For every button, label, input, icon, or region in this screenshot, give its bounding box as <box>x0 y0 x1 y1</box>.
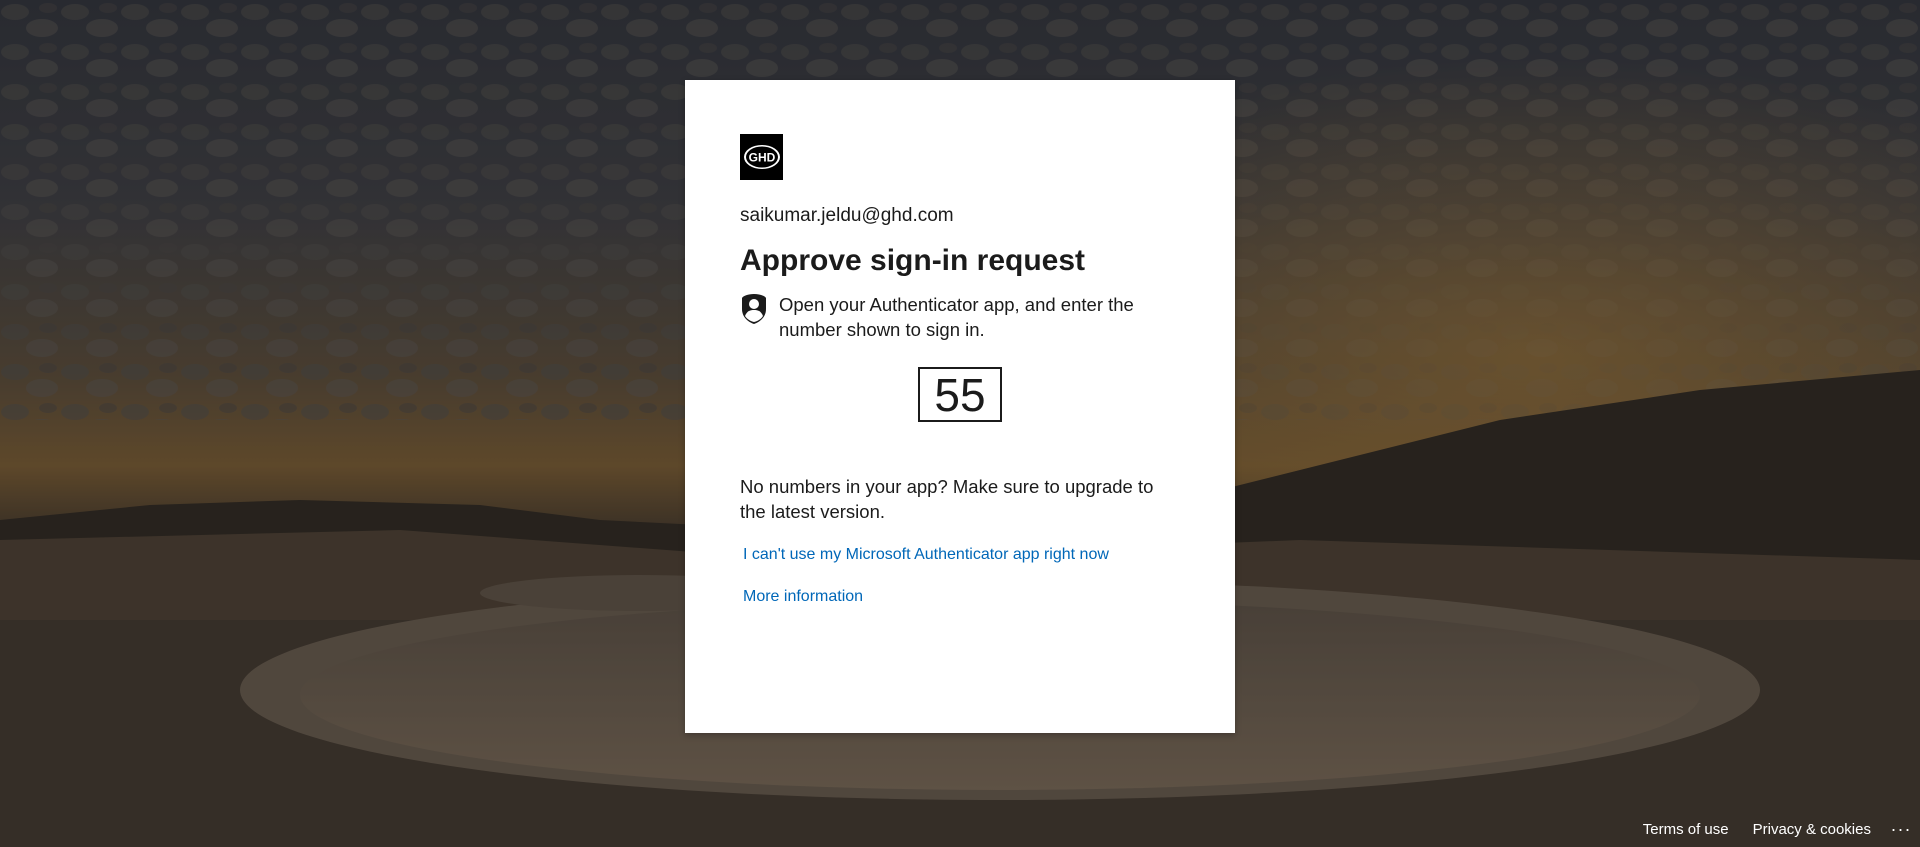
svg-text:GHD: GHD <box>748 151 775 165</box>
instruction-row: Open your Authenticator app, and enter t… <box>740 292 1180 342</box>
terms-of-use-link[interactable]: Terms of use <box>1643 821 1729 838</box>
number-container: 55 <box>740 367 1180 422</box>
more-information-link[interactable]: More information <box>743 588 1180 606</box>
instruction-text: Open your Authenticator app, and enter t… <box>779 294 1134 340</box>
footer: Terms of use Privacy & cookies ... <box>1619 811 1920 847</box>
upgrade-note: No numbers in your app? Make sure to upg… <box>740 476 1154 522</box>
sign-in-card: GHD saikumar.jeldu@ghd.com Approve sign-… <box>685 80 1235 733</box>
authenticator-icon <box>740 293 768 325</box>
more-options-button[interactable]: ... <box>1891 816 1912 838</box>
ghd-logo: GHD <box>740 134 783 180</box>
page-title: Approve sign-in request <box>740 244 1086 277</box>
cant-use-authenticator-link[interactable]: I can't use my Microsoft Authenticator a… <box>743 546 1180 564</box>
ghd-logo-icon: GHD <box>743 145 780 169</box>
privacy-cookies-link[interactable]: Privacy & cookies <box>1753 821 1871 838</box>
account-email: saikumar.jeldu@ghd.com <box>740 205 954 226</box>
sign-in-number: 55 <box>918 367 1002 422</box>
